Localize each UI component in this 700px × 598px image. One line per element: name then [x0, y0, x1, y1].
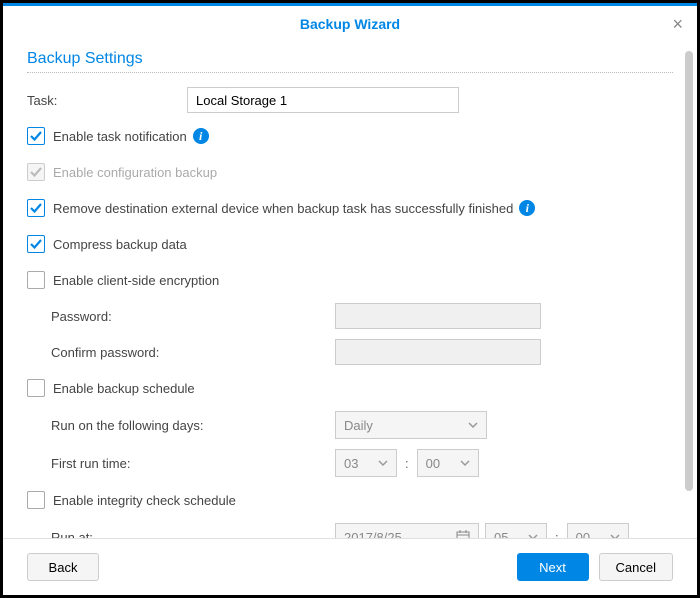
integrity-hour-select[interactable]: 05	[485, 523, 547, 538]
minute-select: 00	[417, 449, 479, 477]
integrity-hour-value: 05	[494, 530, 508, 539]
schedule-label: Enable backup schedule	[53, 381, 195, 396]
compress-label: Compress backup data	[53, 237, 187, 252]
integrity-checkbox[interactable]	[27, 491, 45, 509]
integrity-minute-value: 00	[576, 530, 590, 539]
footer: Back Next Cancel	[3, 538, 697, 595]
compress-row: Compress backup data	[27, 231, 673, 257]
notification-checkbox[interactable]	[27, 127, 45, 145]
password-label: Password:	[51, 309, 335, 324]
days-label: Run on the following days:	[51, 418, 335, 433]
config-backup-checkbox	[27, 163, 45, 181]
chevron-down-icon	[610, 530, 620, 539]
encryption-checkbox[interactable]	[27, 271, 45, 289]
task-input[interactable]	[187, 87, 459, 113]
integrity-row: Enable integrity check schedule	[27, 487, 673, 513]
chevron-down-icon	[468, 418, 478, 433]
info-icon[interactable]: i	[193, 128, 209, 144]
notification-row: Enable task notification i	[27, 123, 673, 149]
section-title: Backup Settings	[27, 50, 673, 68]
backup-wizard-window: Backup Wizard × Backup Settings Task: En…	[0, 0, 700, 598]
config-backup-row: Enable configuration backup	[27, 159, 673, 185]
config-backup-label: Enable configuration backup	[53, 165, 217, 180]
divider	[27, 72, 673, 73]
confirm-password-label: Confirm password:	[51, 345, 335, 360]
titlebar: Backup Wizard ×	[3, 6, 697, 42]
info-icon[interactable]: i	[519, 200, 535, 216]
notification-label: Enable task notification	[53, 129, 187, 144]
next-button[interactable]: Next	[517, 553, 589, 581]
time-colon: :	[555, 530, 559, 539]
remove-external-label: Remove destination external device when …	[53, 201, 513, 216]
days-value: Daily	[344, 418, 373, 433]
close-icon[interactable]: ×	[672, 14, 683, 35]
days-select: Daily	[335, 411, 487, 439]
back-button[interactable]: Back	[27, 553, 99, 581]
hour-value: 03	[344, 456, 358, 471]
schedule-checkbox[interactable]	[27, 379, 45, 397]
encryption-label: Enable client-side encryption	[53, 273, 219, 288]
schedule-row: Enable backup schedule	[27, 375, 673, 401]
first-run-label: First run time:	[51, 456, 335, 471]
remove-external-row: Remove destination external device when …	[27, 195, 673, 221]
time-colon: :	[405, 456, 409, 471]
task-row: Task:	[27, 87, 673, 113]
confirm-password-input	[335, 339, 541, 365]
date-value: 2017/8/25	[344, 530, 402, 539]
chevron-down-icon	[378, 456, 388, 471]
date-select[interactable]: 2017/8/25	[335, 523, 479, 538]
confirm-password-row: Confirm password:	[27, 339, 673, 365]
footer-right: Next Cancel	[517, 553, 673, 581]
days-row: Run on the following days: Daily	[27, 411, 673, 439]
run-at-row: Run at: 2017/8/25 05 : 00	[27, 523, 673, 538]
compress-checkbox[interactable]	[27, 235, 45, 253]
hour-select: 03	[335, 449, 397, 477]
minute-value: 00	[426, 456, 440, 471]
window-title: Backup Wizard	[300, 16, 400, 32]
encryption-row: Enable client-side encryption	[27, 267, 673, 293]
password-row: Password:	[27, 303, 673, 329]
task-label: Task:	[27, 93, 187, 108]
run-at-label: Run at:	[51, 530, 335, 539]
content-area: Backup Settings Task: Enable task notifi…	[3, 42, 697, 538]
integrity-label: Enable integrity check schedule	[53, 493, 236, 508]
chevron-down-icon	[460, 456, 470, 471]
calendar-icon	[456, 530, 470, 538]
chevron-down-icon	[528, 530, 538, 539]
cancel-button[interactable]: Cancel	[599, 553, 673, 581]
password-input	[335, 303, 541, 329]
integrity-minute-select[interactable]: 00	[567, 523, 629, 538]
remove-external-checkbox[interactable]	[27, 199, 45, 217]
first-run-row: First run time: 03 : 00	[27, 449, 673, 477]
